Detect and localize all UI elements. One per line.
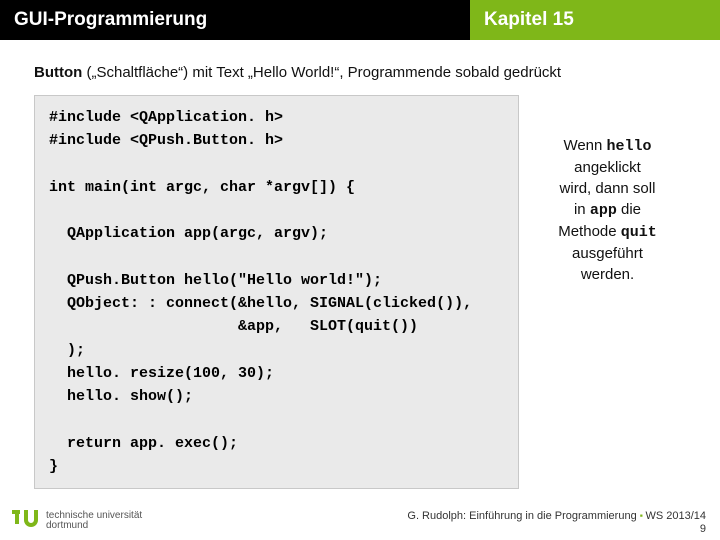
side-line-1: Wenn hello xyxy=(531,135,684,157)
side-line-3: wird, dann soll xyxy=(531,178,684,199)
side-line-2: angeklickt xyxy=(531,157,684,178)
side-mono-app: app xyxy=(590,202,617,219)
tu-logo: technische universität dortmund xyxy=(10,506,142,536)
tu-logo-text: technische universität dortmund xyxy=(46,511,142,532)
side-text: Methode xyxy=(558,223,621,240)
slide-content: Button („Schaltfläche“) mit Text „Hello … xyxy=(0,40,720,489)
footer-semester: WS 2013/14 xyxy=(645,510,706,522)
footer-credit-line: G. Rudolph: Einführung in die Programmie… xyxy=(407,510,706,523)
side-note: Wenn hello angeklickt wird, dann soll in… xyxy=(529,95,686,285)
intro-rest: („Schaltfläche“) mit Text „Hello World!“… xyxy=(82,64,561,81)
side-line-4: in app die xyxy=(531,199,684,221)
side-text: die xyxy=(617,201,641,218)
side-text: Wenn xyxy=(563,137,606,154)
uni-line-2: dortmund xyxy=(46,521,142,532)
footer-page: 9 xyxy=(407,523,706,536)
intro-text: Button („Schaltfläche“) mit Text „Hello … xyxy=(34,64,686,81)
header-bar: GUI-Programmierung Kapitel 15 xyxy=(0,0,720,40)
side-line-6: ausgeführt xyxy=(531,243,684,264)
side-line-5: Methode quit xyxy=(531,221,684,243)
header-title-right: Kapitel 15 xyxy=(470,0,720,40)
footer: technische universität dortmund G. Rudol… xyxy=(0,498,720,540)
header-title-left: GUI-Programmierung xyxy=(0,9,207,31)
footer-right: G. Rudolph: Einführung in die Programmie… xyxy=(407,510,706,536)
side-mono-quit: quit xyxy=(621,224,657,241)
footer-credit: G. Rudolph: Einführung in die Programmie… xyxy=(407,510,636,522)
main-row: #include <QApplication. h> #include <QPu… xyxy=(34,95,686,489)
code-block: #include <QApplication. h> #include <QPu… xyxy=(34,95,519,489)
side-text: in xyxy=(574,201,590,218)
tu-logo-icon xyxy=(10,506,40,536)
side-mono-hello: hello xyxy=(607,138,652,155)
intro-bold: Button xyxy=(34,64,82,81)
side-line-7: werden. xyxy=(531,264,684,285)
